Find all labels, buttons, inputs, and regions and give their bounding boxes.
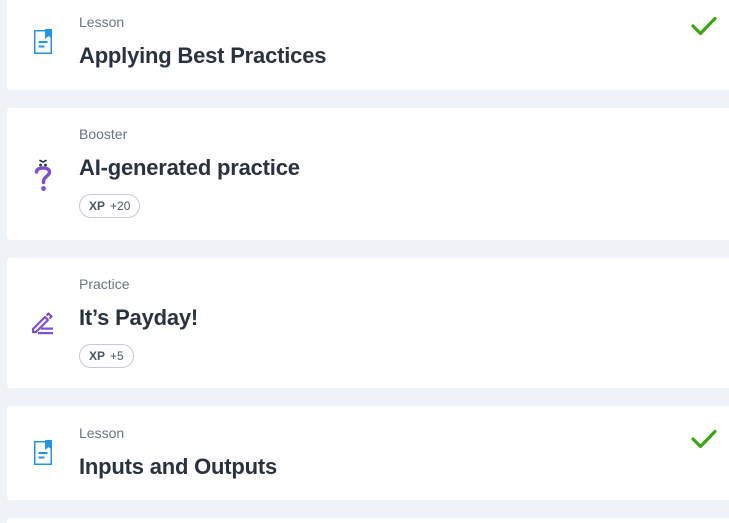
practice-pencil-icon bbox=[29, 308, 57, 336]
item-title: AI-generated practice bbox=[79, 155, 300, 180]
completed-check-icon bbox=[691, 15, 717, 37]
item-title: Inputs and Outputs bbox=[79, 454, 278, 479]
course-item-lesson[interactable]: Lesson Applying Best Practices bbox=[7, 0, 729, 90]
xp-value: +20 bbox=[110, 199, 131, 213]
xp-label: XP bbox=[89, 349, 106, 363]
xp-label: XP bbox=[89, 199, 106, 213]
lesson-document-icon bbox=[29, 28, 57, 56]
item-type-label: Lesson bbox=[79, 14, 125, 30]
completed-check-icon bbox=[691, 428, 717, 450]
course-item-booster[interactable]: Booster AI-generated practice XP +20 bbox=[7, 108, 729, 240]
xp-badge: XP +20 bbox=[79, 194, 141, 218]
item-type-label: Booster bbox=[79, 126, 128, 142]
xp-value: +5 bbox=[110, 349, 124, 363]
course-item-list: Lesson Applying Best Practices Booster A… bbox=[0, 0, 729, 523]
course-item-lesson[interactable]: Lesson Inputs and Outputs bbox=[7, 406, 729, 500]
course-item-practice[interactable]: Practice It’s Payday! XP +5 bbox=[7, 258, 729, 388]
course-item-next[interactable] bbox=[7, 518, 729, 523]
item-type-label: Lesson bbox=[79, 425, 125, 441]
booster-question-icon bbox=[29, 159, 57, 191]
item-title: Applying Best Practices bbox=[79, 43, 327, 68]
xp-badge: XP +5 bbox=[79, 344, 134, 368]
lesson-document-icon bbox=[29, 439, 57, 467]
item-title: It’s Payday! bbox=[79, 305, 199, 330]
item-type-label: Practice bbox=[79, 276, 130, 292]
